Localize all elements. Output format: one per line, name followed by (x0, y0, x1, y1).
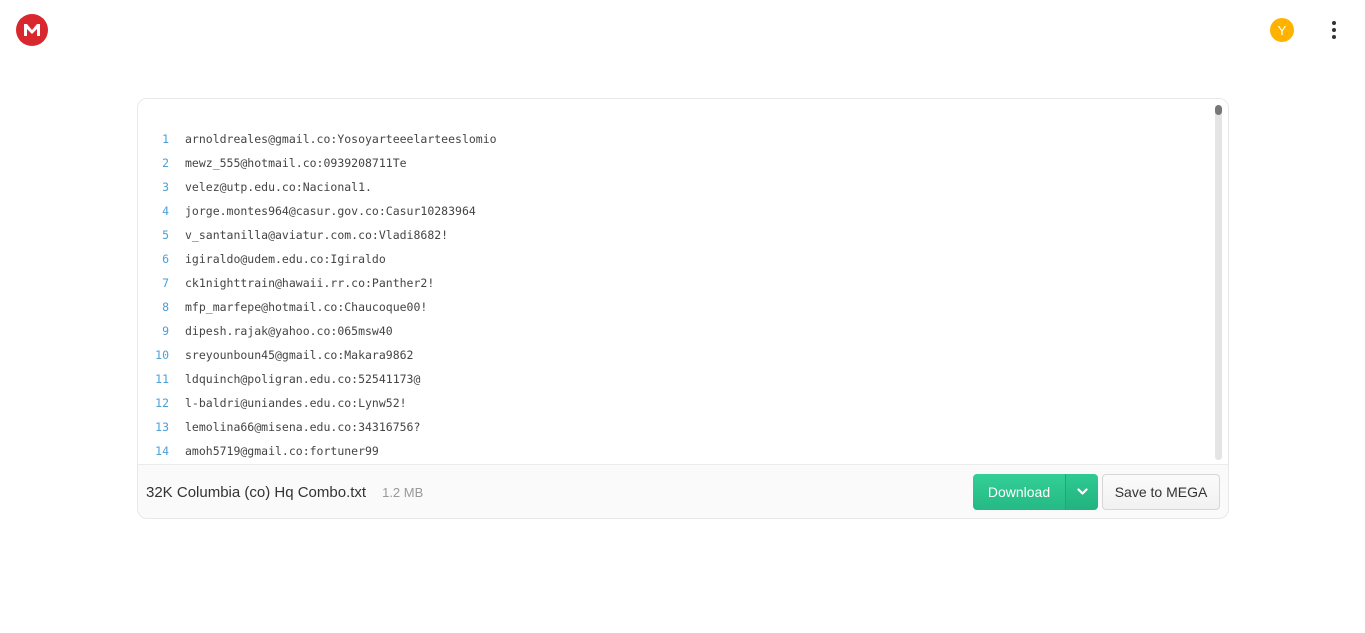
download-options-button[interactable] (1065, 474, 1098, 510)
text-line: 13 lemolina66@misena.edu.co:34316756? (138, 415, 1208, 439)
text-preview: 1 arnoldreales@gmail.co:Yosoyarteeelartee… (138, 99, 1228, 465)
download-button-group: Download (973, 474, 1098, 510)
user-avatar[interactable]: Y (1270, 18, 1294, 42)
text-line: 3 velez@utp.edu.co:Nacional1. (138, 175, 1208, 199)
avatar-letter: Y (1277, 22, 1287, 38)
line-text: jorge.montes964@casur.gov.co:Casur102839… (185, 204, 476, 218)
file-size: 1.2 MB (382, 484, 424, 500)
file-preview-panel: 1 arnoldreales@gmail.co:Yosoyarteeelartee… (137, 98, 1229, 519)
text-line: 4 jorge.montes964@casur.gov.co:Casur10283… (138, 199, 1208, 223)
line-number: 6 (162, 252, 169, 266)
line-text: dipesh.rajak@yahoo.co:065msw40 (185, 324, 393, 338)
mega-logo[interactable] (16, 14, 48, 46)
menu-dot (1332, 35, 1336, 39)
line-text: mfp_marfepe@hotmail.co:Chaucoque00! (185, 300, 428, 314)
top-bar: Y (0, 0, 1365, 62)
chevron-down-icon (1076, 488, 1088, 495)
text-line: 5 v_santanilla@aviatur.com.co:Vladi8682! (138, 223, 1208, 247)
line-number: 11 (155, 372, 169, 386)
download-button[interactable]: Download (973, 474, 1065, 510)
file-name: 32K Columbia (co) Hq Combo.txt (146, 483, 367, 501)
text-line: 10 sreyounboun45@gmail.co:Makara9862 (138, 343, 1208, 367)
scrollbar-thumb[interactable] (1215, 105, 1222, 115)
menu-dot (1332, 28, 1336, 32)
line-number: 1 (162, 132, 169, 146)
text-lines: 1 arnoldreales@gmail.co:Yosoyarteeelartee… (138, 127, 1208, 463)
line-text: mewz_555@hotmail.co:0939208711Te (185, 156, 407, 170)
line-text: igiraldo@udem.edu.co:Igiraldo (185, 252, 386, 266)
scrollbar[interactable] (1215, 105, 1222, 460)
mega-logo-icon (24, 24, 40, 36)
line-number: 12 (155, 396, 169, 410)
text-line: 9 dipesh.rajak@yahoo.co:065msw40 (138, 319, 1208, 343)
text-line: 6 igiraldo@udem.edu.co:Igiraldo (138, 247, 1208, 271)
line-text: ck1nighttrain@hawaii.rr.co:Panther2! (185, 276, 435, 290)
text-line: 7 ck1nighttrain@hawaii.rr.co:Panther2! (138, 271, 1208, 295)
line-number: 14 (155, 444, 169, 458)
kebab-menu-icon[interactable] (1324, 18, 1344, 42)
line-text: ldquinch@poligran.edu.co:52541173@ (185, 372, 421, 386)
line-text: arnoldreales@gmail.co:Yosoyarteeelartees… (185, 132, 497, 146)
text-line: 14 amoh5719@gmail.co:fortuner99 (138, 439, 1208, 463)
line-number: 10 (155, 348, 169, 362)
line-text: v_santanilla@aviatur.com.co:Vladi8682! (185, 228, 449, 242)
line-number: 13 (155, 420, 169, 434)
line-number: 2 (162, 156, 169, 170)
line-text: l-baldri@uniandes.edu.co:Lynw52! (185, 396, 407, 410)
line-number: 4 (162, 204, 169, 218)
line-text: amoh5719@gmail.co:fortuner99 (185, 444, 379, 458)
line-number: 5 (162, 228, 169, 242)
text-line: 1 arnoldreales@gmail.co:Yosoyarteeelartee… (138, 127, 1208, 151)
line-text: velez@utp.edu.co:Nacional1. (185, 180, 372, 194)
line-text: lemolina66@misena.edu.co:34316756? (185, 420, 421, 434)
line-text: sreyounboun45@gmail.co:Makara9862 (185, 348, 414, 362)
text-line: 8 mfp_marfepe@hotmail.co:Chaucoque00! (138, 295, 1208, 319)
menu-dot (1332, 21, 1336, 25)
text-line: 2 mewz_555@hotmail.co:0939208711Te (138, 151, 1208, 175)
save-to-mega-button[interactable]: Save to MEGA (1102, 474, 1220, 510)
line-number: 3 (162, 180, 169, 194)
line-number: 7 (162, 276, 169, 290)
file-footer: 32K Columbia (co) Hq Combo.txt 1.2 MB Do… (138, 465, 1228, 518)
line-number: 8 (162, 300, 169, 314)
text-line: 12 l-baldri@uniandes.edu.co:Lynw52! (138, 391, 1208, 415)
text-line: 11 ldquinch@poligran.edu.co:52541173@ (138, 367, 1208, 391)
line-number: 9 (162, 324, 169, 338)
